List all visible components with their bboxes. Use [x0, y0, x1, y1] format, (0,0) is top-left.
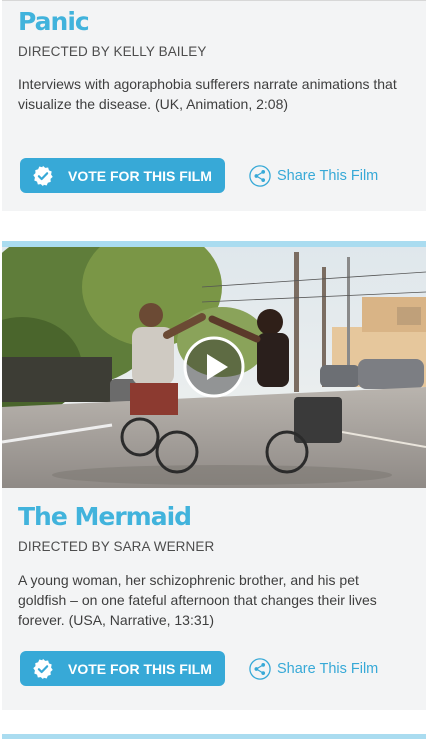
play-icon[interactable]: [183, 336, 245, 398]
vote-button-label: VOTE FOR THIS FILM: [68, 167, 212, 184]
film-description: Interviews with agoraphobia sufferers na…: [18, 76, 397, 112]
next-card-divider: [2, 734, 426, 739]
video-thumbnail[interactable]: [2, 247, 426, 488]
check-badge-icon: [33, 658, 53, 679]
share-icon: [249, 164, 271, 187]
film-director: DIRECTED BY SARA WERNER: [18, 539, 215, 554]
share-link[interactable]: Share This Film: [249, 158, 378, 193]
film-title: Panic: [18, 7, 90, 36]
film-director: DIRECTED BY KELLY BAILEY: [18, 44, 207, 59]
film-card-panic: Panic DIRECTED BY KELLY BAILEY Interview…: [2, 0, 426, 211]
share-link-label: Share This Film: [277, 167, 379, 184]
film-title: The Mermaid: [18, 502, 192, 531]
vote-button[interactable]: VOTE FOR THIS FILM: [20, 158, 225, 193]
share-link[interactable]: Share This Film: [249, 651, 378, 686]
share-link-label: Share This Film: [277, 660, 379, 677]
film-card-the-mermaid: The Mermaid DIRECTED BY SARA WERNER A yo…: [2, 241, 426, 710]
vote-button[interactable]: VOTE FOR THIS FILM: [20, 651, 225, 686]
vote-button-label: VOTE FOR THIS FILM: [68, 660, 212, 677]
share-icon: [249, 657, 271, 680]
check-badge-icon: [33, 165, 53, 186]
film-description: A young woman, her schizophrenic brother…: [18, 572, 377, 628]
